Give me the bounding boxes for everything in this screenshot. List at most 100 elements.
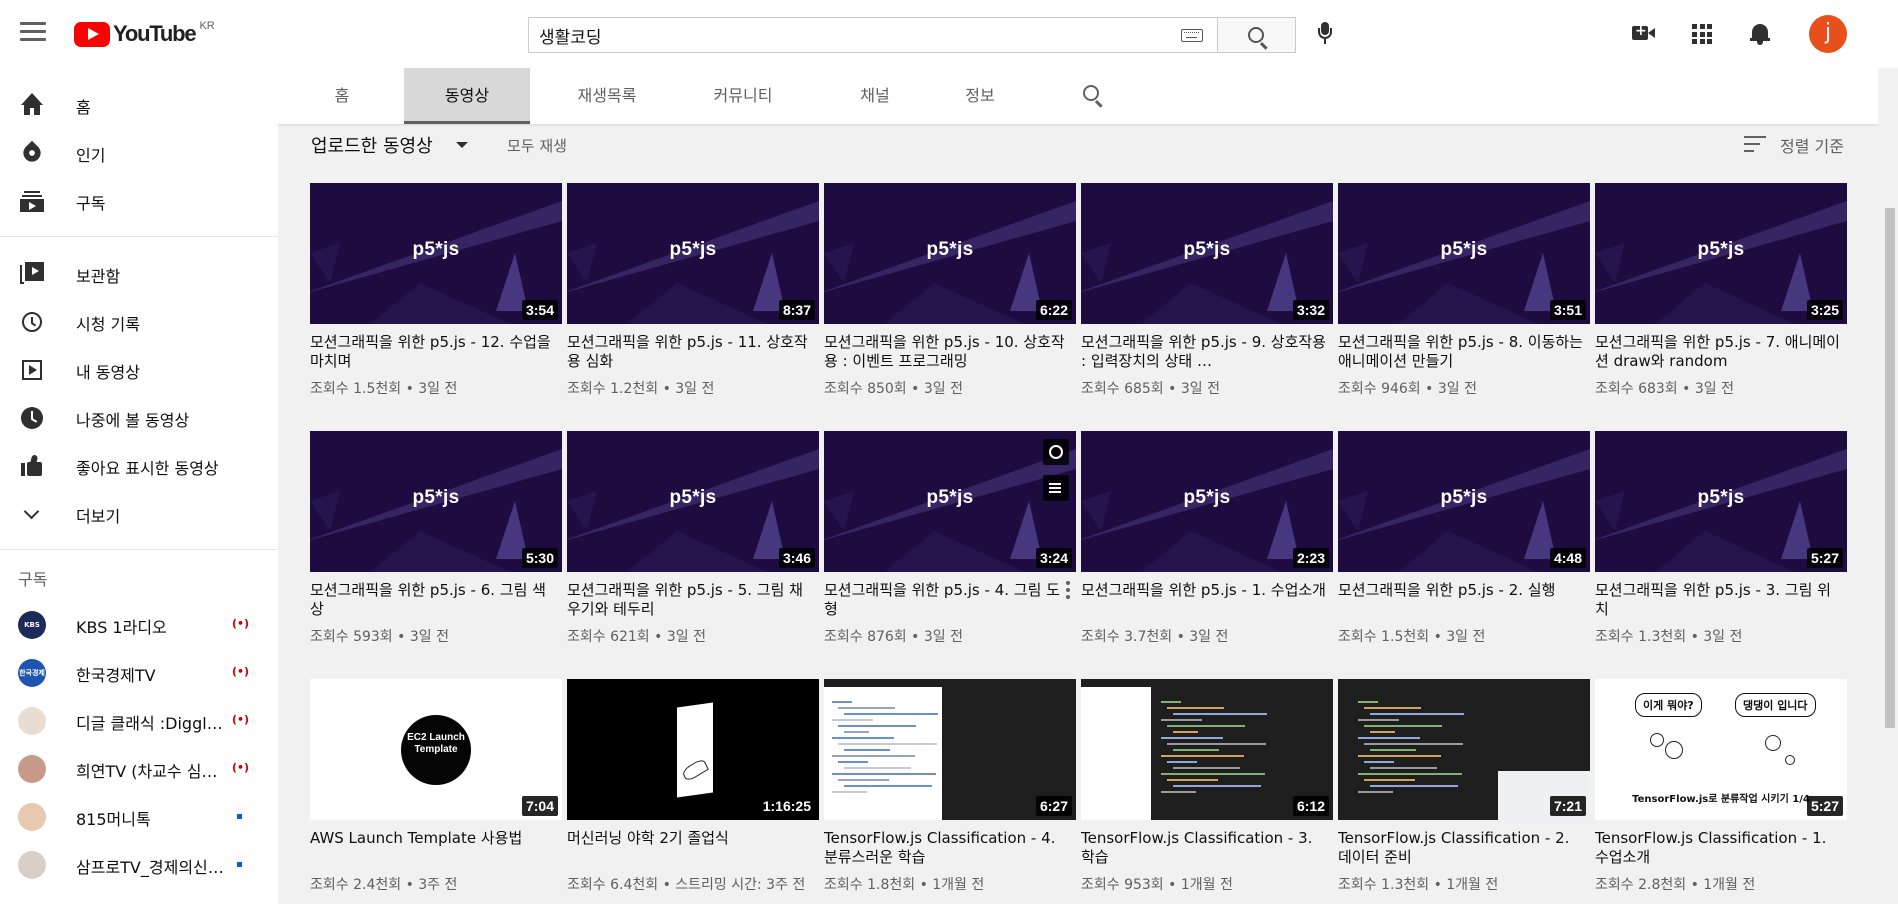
video-thumbnail[interactable]: p5*js 5:27 [1595,431,1847,572]
video-title[interactable]: 모션그래픽을 위한 p5.js - 8. 이동하는 애니메이션 만들기 [1338,333,1584,371]
play-all-button[interactable]: 모두 재생 [507,135,567,156]
subscription-item[interactable]: 한국경제TV 한국경제TV (•) [0,648,278,696]
video-thumbnail[interactable]: p5*js 3:25 [1595,183,1847,324]
liked-videos-icon [20,454,44,478]
video-thumbnail[interactable]: 1:16:25 [567,679,819,820]
search-button[interactable] [1218,17,1296,53]
video-card[interactable]: p5*js 8:37 모션그래픽을 위한 p5.js - 11. 상호작용 심화 조회… [567,183,819,423]
video-thumbnail[interactable]: p5*js 2:23 [1081,431,1333,572]
video-title[interactable]: 머신러닝 야학 2기 졸업식 [567,829,813,848]
video-title[interactable]: 모션그래픽을 위한 p5.js - 6. 그림 색상 [310,581,556,619]
sidebar-item-subscriptions[interactable]: 구독 [0,176,278,224]
video-card[interactable]: 1:16:25 머신러닝 야학 2기 졸업식 조회수 6.4천회 • 스트리밍 시간… [567,679,819,904]
video-thumbnail[interactable]: EC2 Launch Template 7:04 [310,679,562,820]
video-title[interactable]: 모션그래픽을 위한 p5.js - 12. 수업을 마치며 [310,333,556,371]
sort-button[interactable]: 정렬 기준 [1780,133,1844,157]
video-title[interactable]: 모션그래픽을 위한 p5.js - 10. 상호작용 : 이벤트 프로그래밍 [824,333,1070,371]
sidebar-item-my-videos[interactable]: 내 동영상 [0,345,278,393]
sort-icon[interactable] [1744,136,1766,152]
subscription-item[interactable]: 815머니톡 [0,792,278,840]
sidebar-item-library[interactable]: 보관함 [0,249,278,297]
video-card[interactable]: p5*js 6:22 모션그래픽을 위한 p5.js - 10. 상호작용 : 이벤… [824,183,1076,423]
video-title[interactable]: TensorFlow.js Classification - 4. 분류스러운 … [824,829,1070,867]
video-title[interactable]: 모션그래픽을 위한 p5.js - 5. 그림 채우기와 테두리 [567,581,813,619]
account-avatar[interactable]: j [1809,15,1847,53]
video-thumbnail[interactable]: 이게 뭐야? 댕댕이 입니다 TensorFlow.js로 분류작업 시키기 1/4… [1595,679,1847,820]
menu-icon[interactable] [20,22,46,44]
video-title[interactable]: 모션그래픽을 위한 p5.js - 2. 실행 [1338,581,1584,600]
tab-about[interactable]: 정보 [930,68,1030,124]
video-title[interactable]: 모션그래픽을 위한 p5.js - 9. 상호작용 : 입력장치의 상태 … [1081,333,1327,371]
p5js-logo: p5*js [1697,487,1745,508]
more-options-icon[interactable] [1066,581,1070,601]
video-thumbnail[interactable]: p5*js 3:54 [310,183,562,324]
video-card[interactable]: p5*js 3:54 모션그래픽을 위한 p5.js - 12. 수업을 마치며 조회… [310,183,562,423]
youtube-logo[interactable]: YouTube KR [74,20,215,48]
watch-later-icon[interactable] [1043,439,1069,465]
video-card[interactable]: EC2 Launch Template 7:04 AWS Launch Templa… [310,679,562,904]
video-thumbnail[interactable]: p5*js 3:51 [1338,183,1590,324]
video-thumbnail[interactable]: p5*js 5:30 [310,431,562,572]
caret-down-icon[interactable] [456,142,468,148]
video-title[interactable]: TensorFlow.js Classification - 1. 수업소개 [1595,829,1841,867]
uploads-dropdown[interactable]: 업로드한 동영상 [311,132,433,158]
video-title[interactable]: 모션그래픽을 위한 p5.js - 3. 그림 위치 [1595,581,1841,619]
sidebar-item-history[interactable]: 시청 기록 [0,297,278,345]
page-scrollbar[interactable] [1882,68,1898,904]
sidebar-item-watch-later[interactable]: 나중에 볼 동영상 [0,393,278,441]
add-to-queue-icon[interactable] [1043,475,1069,501]
apps-grid-icon[interactable] [1692,24,1712,44]
live-broadcast-icon: (•) [232,761,250,774]
video-thumbnail[interactable]: p5*js 3:46 [567,431,819,572]
sidebar-item-trending[interactable]: 인기 [0,128,278,176]
video-card[interactable]: 이게 뭐야? 댕댕이 입니다 TensorFlow.js로 분류작업 시키기 1/4… [1595,679,1847,904]
keyboard-icon[interactable] [1181,29,1203,42]
sidebar-item-home[interactable]: 홈 [0,80,278,128]
video-card[interactable]: 7:21 TensorFlow.js Classification - 2. 데이… [1338,679,1590,904]
video-title[interactable]: 모션그래픽을 위한 p5.js - 11. 상호작용 심화 [567,333,813,371]
notifications-bell-icon[interactable] [1750,23,1770,45]
subscription-item[interactable]: 디글 클래식 :Diggle Classic (•) [0,696,278,744]
video-card[interactable]: p5*js 3:32 모션그래픽을 위한 p5.js - 9. 상호작용 : 입력장… [1081,183,1333,423]
video-card[interactable]: p5*js 3:51 모션그래픽을 위한 p5.js - 8. 이동하는 애니메이션… [1338,183,1590,423]
tab-videos[interactable]: 동영상 [404,68,530,124]
video-thumbnail[interactable]: p5*js 6:22 [824,183,1076,324]
video-thumbnail[interactable]: 7:21 [1338,679,1590,820]
sidebar-item-liked-videos[interactable]: 좋아요 표시한 동영상 [0,441,278,489]
tab-channels[interactable]: 채널 [822,68,928,124]
video-card[interactable]: p5*js 4:48 모션그래픽을 위한 p5.js - 2. 실행 조회수 1.5천… [1338,431,1590,671]
video-thumbnail[interactable]: p5*js 3:24 [824,431,1076,572]
video-title[interactable]: 모션그래픽을 위한 p5.js - 1. 수업소개 [1081,581,1327,600]
video-card[interactable]: p5*js 5:30 모션그래픽을 위한 p5.js - 6. 그림 색상 조회수 5… [310,431,562,671]
sidebar-item-show-more[interactable]: 더보기 [0,489,278,537]
video-card[interactable]: 6:27 TensorFlow.js Classification - 4. 분류… [824,679,1076,904]
channel-search-icon[interactable] [1082,85,1106,109]
tab-home[interactable]: 홈 [310,68,374,124]
video-title[interactable]: TensorFlow.js Classification - 2. 데이터 준비 [1338,829,1584,867]
video-thumbnail[interactable]: 6:27 [824,679,1076,820]
video-card[interactable]: 6:12 TensorFlow.js Classification - 3. 학습… [1081,679,1333,904]
subscription-item[interactable]: 삼프로TV_경제의신과함께 [0,840,278,888]
video-thumbnail[interactable]: p5*js 8:37 [567,183,819,324]
microphone-icon[interactable] [1318,22,1332,46]
search-input[interactable] [529,18,1169,52]
video-card[interactable]: p5*js 3:24 모션그래픽을 위한 p5.js - 4. 그림 도형 조회수 8… [824,431,1076,671]
video-card[interactable]: p5*js 3:25 모션그래픽을 위한 p5.js - 7. 애니메이션 draw… [1595,183,1847,423]
video-thumbnail[interactable]: 6:12 [1081,679,1333,820]
subscription-item[interactable]: 희연TV (차교수 심리학) (•) [0,744,278,792]
video-card[interactable]: p5*js 2:23 모션그래픽을 위한 p5.js - 1. 수업소개 조회수 3.… [1081,431,1333,671]
video-title[interactable]: 모션그래픽을 위한 p5.js - 7. 애니메이션 draw와 random [1595,333,1841,371]
tab-community[interactable]: 커뮤니티 [680,68,806,124]
tab-playlists[interactable]: 재생목록 [544,68,670,124]
video-duration: 6:22 [1035,300,1072,320]
video-thumbnail[interactable]: p5*js 3:32 [1081,183,1333,324]
video-title[interactable]: TensorFlow.js Classification - 3. 학습 [1081,829,1327,867]
video-title[interactable]: 모션그래픽을 위한 p5.js - 4. 그림 도형 [824,581,1070,619]
video-card[interactable]: p5*js 3:46 모션그래픽을 위한 p5.js - 5. 그림 채우기와 테두… [567,431,819,671]
video-thumbnail[interactable]: p5*js 4:48 [1338,431,1590,572]
video-card[interactable]: p5*js 5:27 모션그래픽을 위한 p5.js - 3. 그림 위치 조회수 1… [1595,431,1847,671]
subscription-item[interactable]: KBS 1R KBS 1라디오 (•) [0,600,278,648]
create-video-icon[interactable] [1632,23,1655,40]
scrollbar-thumb[interactable] [1885,208,1895,728]
video-title[interactable]: AWS Launch Template 사용법 [310,829,556,848]
